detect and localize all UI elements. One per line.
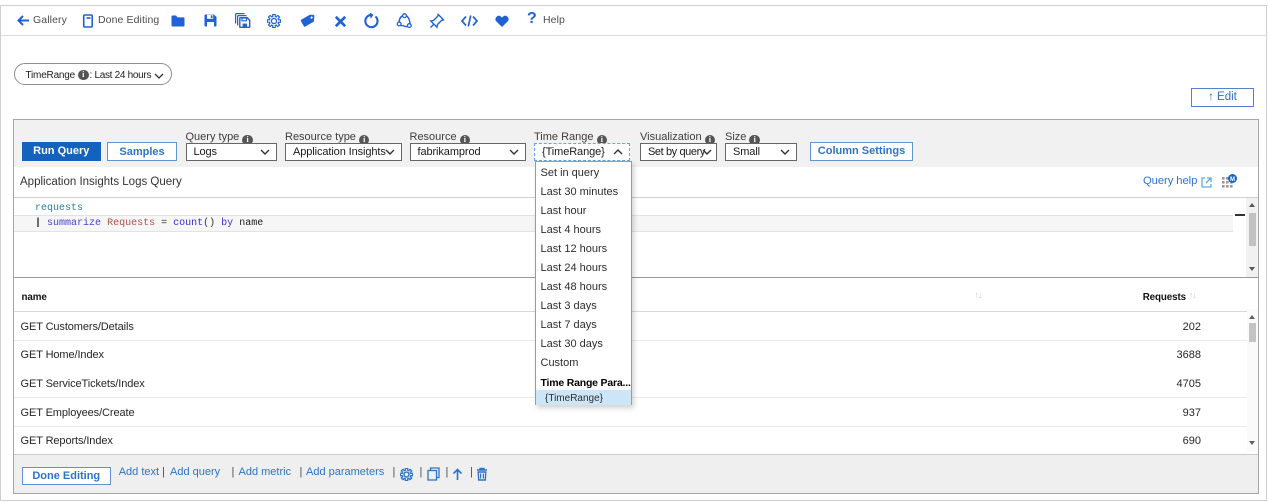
svg-text:M: M (1230, 177, 1235, 183)
